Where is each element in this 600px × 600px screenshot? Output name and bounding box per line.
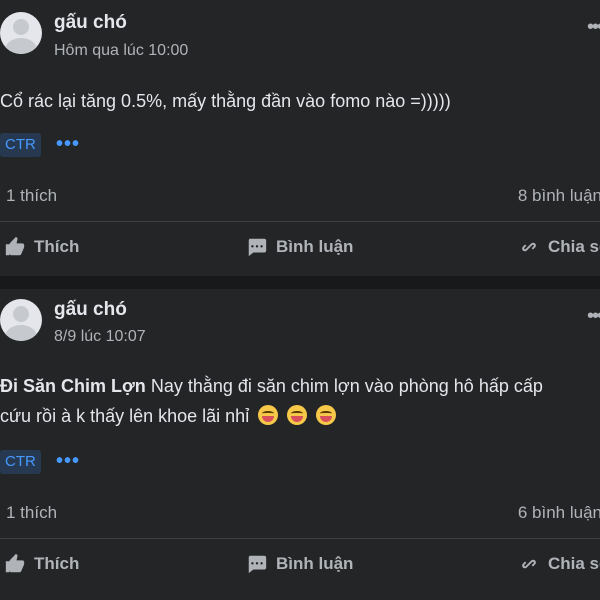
- avatar[interactable]: [0, 299, 42, 341]
- like-count[interactable]: 1 thích: [6, 186, 57, 206]
- divider: [0, 221, 600, 222]
- post-text-line1: Nay thằng đi săn chim lợn vào phòng hô h…: [145, 376, 543, 396]
- avatar-body: [5, 38, 37, 54]
- post-timestamp[interactable]: Hôm qua lúc 10:00: [54, 42, 188, 60]
- like-label: Thích: [34, 237, 80, 256]
- comment-count[interactable]: 8 bình luận: [518, 186, 600, 206]
- mention-link[interactable]: Đi Săn Chim Lợn: [0, 376, 146, 396]
- avatar-head: [13, 19, 29, 35]
- share-label: Chia sẻ: [548, 237, 600, 256]
- tag-more-icon[interactable]: •••: [56, 133, 80, 156]
- post-text-line2: cứu rồi à k thấy lên khoe lãi nhỉ: [0, 406, 250, 426]
- like-label: Thích: [34, 554, 80, 573]
- avatar-head: [13, 306, 29, 322]
- comment-button[interactable]: Bình luận: [246, 553, 353, 575]
- like-button[interactable]: Thích: [4, 553, 79, 575]
- thumbs-up-icon: [5, 236, 25, 256]
- laughing-emoji-icon: [287, 405, 308, 425]
- share-label: Chia sẻ: [548, 554, 600, 573]
- avatar-body: [5, 325, 37, 341]
- like-count[interactable]: 1 thích: [6, 503, 57, 523]
- comment-icon: [248, 555, 267, 574]
- more-options-icon[interactable]: •••: [587, 16, 600, 39]
- link-icon: [522, 242, 536, 252]
- like-button[interactable]: Thích: [4, 236, 79, 258]
- tag-badge[interactable]: CTR: [0, 450, 41, 474]
- more-options-icon[interactable]: •••: [587, 305, 600, 328]
- post: gấu chó 8/9 lúc 10:07 ••• Đi Săn Chim Lợ…: [0, 289, 600, 600]
- share-button[interactable]: Chia sẻ: [518, 236, 600, 258]
- post-text: Cổ rác lại tăng 0.5%, mấy thằng đần vào …: [0, 91, 451, 111]
- laughing-emoji-icon: [258, 405, 279, 425]
- comment-button[interactable]: Bình luận: [246, 236, 353, 258]
- author-name[interactable]: gấu chó: [54, 12, 127, 34]
- share-button[interactable]: Chia sẻ: [518, 553, 600, 575]
- post-text-continued: cứu rồi à k thấy lên khoe lãi nhỉ: [0, 401, 600, 431]
- tag-more-icon[interactable]: •••: [56, 450, 80, 473]
- comment-label: Bình luận: [276, 237, 354, 256]
- comment-count[interactable]: 6 bình luận: [518, 503, 600, 523]
- thumbs-up-icon: [5, 553, 25, 573]
- comment-icon: [248, 238, 267, 257]
- avatar[interactable]: [0, 12, 42, 54]
- link-icon: [522, 559, 536, 569]
- author-name[interactable]: gấu chó: [54, 299, 127, 321]
- laughing-emoji-icon: [316, 405, 337, 425]
- post-text: Đi Săn Chim Lợn Nay thằng đi săn chim lợ…: [0, 371, 600, 401]
- tag-badge[interactable]: CTR: [0, 133, 41, 157]
- comment-label: Bình luận: [276, 554, 354, 573]
- divider: [0, 538, 600, 539]
- post: gấu chó Hôm qua lúc 10:00 ••• Cổ rác lại…: [0, 0, 600, 276]
- post-timestamp[interactable]: 8/9 lúc 10:07: [54, 328, 146, 346]
